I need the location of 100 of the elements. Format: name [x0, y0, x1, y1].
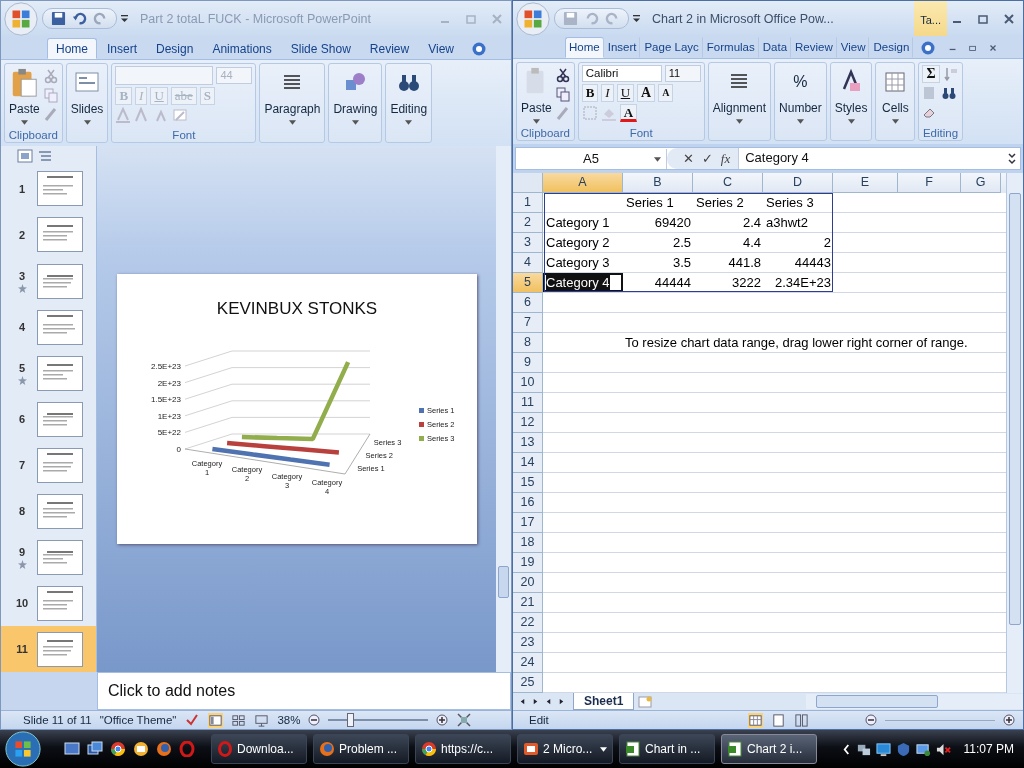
- table-cell[interactable]: 2.34E+23: [763, 273, 833, 293]
- slides-tab-icon[interactable]: [17, 149, 33, 164]
- slide-thumbnail-item[interactable]: 2: [1, 211, 96, 258]
- table-cell[interactable]: 2.4: [693, 213, 763, 233]
- column-header[interactable]: E: [833, 173, 898, 194]
- normal-view-icon[interactable]: [208, 712, 224, 728]
- muted-speaker-icon[interactable]: [935, 741, 951, 757]
- copy-icon[interactable]: [554, 85, 571, 102]
- paragraph-button[interactable]: Paragraph: [263, 65, 322, 127]
- table-cell[interactable]: Category 2: [543, 233, 623, 253]
- customize-caret-icon[interactable]: [633, 14, 640, 24]
- row-header[interactable]: 11: [513, 393, 543, 414]
- browser-icon[interactable]: [110, 741, 126, 757]
- autosum-button[interactable]: Σ: [922, 64, 940, 83]
- ribbon-tab[interactable]: Insert: [603, 36, 641, 58]
- table-cell[interactable]: 2.5: [623, 233, 693, 253]
- row-header[interactable]: 16: [513, 493, 543, 514]
- column-header[interactable]: B: [623, 173, 693, 194]
- help-icon[interactable]: [921, 40, 936, 55]
- row-header[interactable]: 19: [513, 553, 543, 574]
- column-header[interactable]: F: [898, 173, 961, 194]
- font-color-button[interactable]: A: [619, 103, 638, 122]
- alignment-button[interactable]: Alignment: [711, 64, 768, 126]
- ribbon-tab[interactable]: Animations: [203, 37, 281, 59]
- styles-button[interactable]: Styles: [833, 64, 869, 126]
- row-header[interactable]: 3: [513, 233, 543, 254]
- slide-thumbnail-item[interactable]: 8: [1, 488, 96, 535]
- table-cell[interactable]: 3.5: [623, 253, 693, 273]
- taskbar-button[interactable]: Chart in ...: [619, 734, 715, 764]
- table-cell[interactable]: Category 3: [543, 253, 623, 273]
- expand-icon[interactable]: [1006, 150, 1018, 167]
- font-size-button[interactable]: A: [637, 83, 656, 102]
- undo-icon[interactable]: [72, 11, 87, 27]
- row-header[interactable]: 4: [513, 253, 543, 274]
- ribbon-tab[interactable]: Review: [360, 37, 419, 59]
- row-header[interactable]: 12: [513, 413, 543, 434]
- ribbon-tab[interactable]: Page Layc: [640, 36, 703, 58]
- ribbon-tab[interactable]: View: [419, 37, 463, 59]
- slide-thumbnail-item[interactable]: 7: [1, 442, 96, 489]
- font-size-button[interactable]: A: [658, 83, 674, 102]
- row-header[interactable]: 25: [513, 673, 543, 694]
- ribbon-tab[interactable]: Review: [791, 36, 837, 58]
- table-cell[interactable]: 4.4: [693, 233, 763, 253]
- office-button[interactable]: [516, 1, 550, 36]
- table-cell[interactable]: 2: [763, 233, 833, 253]
- formula-button[interactable]: ✕: [681, 151, 696, 167]
- shield-icon[interactable]: [895, 741, 911, 757]
- close-icon[interactable]: [988, 42, 999, 53]
- table-cell[interactable]: 69420: [623, 213, 693, 233]
- table-cell[interactable]: To resize chart data range, drag lower right corner of range.: [623, 333, 1001, 353]
- taskbar-button[interactable]: Problem ...: [313, 734, 409, 764]
- row-header[interactable]: 9: [513, 353, 543, 374]
- row-header[interactable]: 18: [513, 533, 543, 554]
- font-size-field[interactable]: 11: [664, 64, 701, 82]
- drawing-button[interactable]: Drawing: [332, 65, 379, 127]
- table-cell[interactable]: Category 1: [543, 213, 623, 233]
- zoom-in-icon[interactable]: [1003, 714, 1015, 727]
- row-header[interactable]: 7: [513, 313, 543, 334]
- row-header[interactable]: 5: [513, 273, 543, 294]
- row-header[interactable]: 6: [513, 293, 543, 314]
- save-icon[interactable]: [51, 11, 66, 27]
- ribbon-tab[interactable]: View: [836, 36, 870, 58]
- table-cell[interactable]: 44444: [623, 273, 693, 293]
- formula-field[interactable]: Category 4: [738, 147, 1006, 170]
- row-header[interactable]: 17: [513, 513, 543, 534]
- slide-thumbnail-item[interactable]: 6: [1, 396, 96, 443]
- row-header[interactable]: 2: [513, 213, 543, 234]
- table-cell[interactable]: 441.8: [693, 253, 763, 273]
- normal-view-icon[interactable]: [748, 712, 763, 728]
- ribbon-tab[interactable]: Home: [47, 37, 97, 59]
- ribbon-tab[interactable]: Design: [869, 36, 914, 58]
- zoom-out-icon[interactable]: [308, 714, 321, 727]
- zoom-out-icon[interactable]: [865, 714, 877, 727]
- cut-icon[interactable]: [554, 66, 571, 83]
- vertical-scrollbar[interactable]: [496, 146, 511, 673]
- row-header[interactable]: 24: [513, 653, 543, 674]
- slide-thumbnail-item[interactable]: 3: [1, 258, 96, 305]
- paste-button[interactable]: Paste: [8, 65, 41, 127]
- ribbon-tab[interactable]: Insert: [98, 37, 147, 59]
- cells-button[interactable]: Cells: [879, 64, 912, 126]
- format-button[interactable]: I: [601, 83, 614, 102]
- row-header[interactable]: 22: [513, 613, 543, 634]
- office-button[interactable]: [4, 1, 38, 36]
- column-header[interactable]: C: [693, 173, 763, 194]
- slide-thumbnail-item[interactable]: 4: [1, 304, 96, 351]
- table-cell[interactable]: a3hwt2: [763, 213, 833, 233]
- formula-button[interactable]: fx: [718, 150, 733, 167]
- row-header[interactable]: 10: [513, 373, 543, 394]
- name-box[interactable]: A5: [516, 148, 667, 169]
- format-button[interactable]: B: [581, 83, 599, 102]
- switch-windows-icon[interactable]: [87, 741, 103, 757]
- display-icon[interactable]: [915, 741, 931, 757]
- show-desktop-icon[interactable]: [64, 741, 80, 757]
- slide-thumbnail-item[interactable]: 9: [1, 534, 96, 581]
- row-header[interactable]: 14: [513, 453, 543, 474]
- outline-tab-icon[interactable]: [37, 149, 53, 164]
- slide-thumbnail-item[interactable]: 1: [1, 165, 96, 212]
- sheet-tab[interactable]: Sheet1: [573, 693, 635, 711]
- row-header[interactable]: 23: [513, 633, 543, 654]
- format-button[interactable]: U: [616, 83, 635, 102]
